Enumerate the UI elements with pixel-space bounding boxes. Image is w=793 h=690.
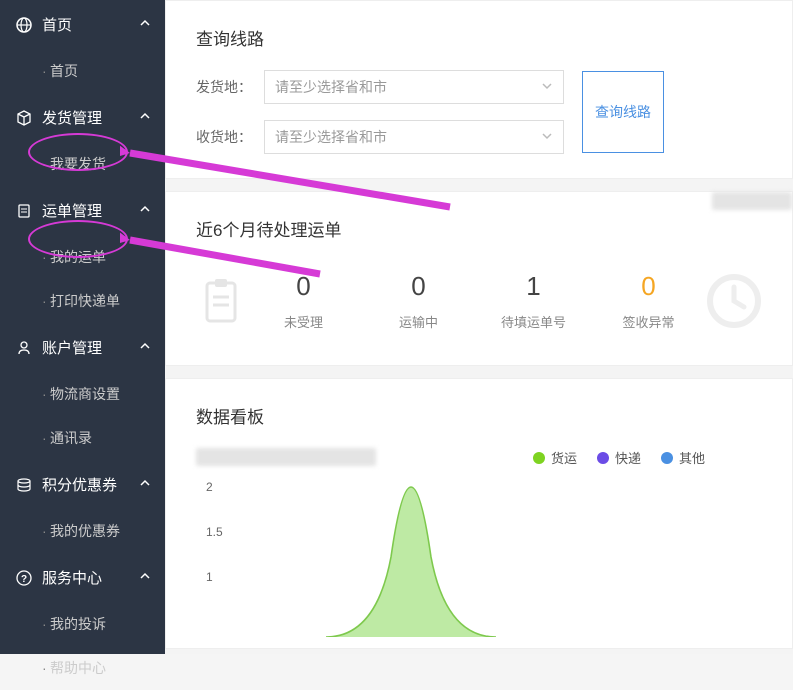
menu-header-waybill[interactable]: 运单管理 xyxy=(0,186,165,235)
menu-item-home[interactable]: 首页 xyxy=(0,49,165,93)
menu-group-waybill: 运单管理 我的运单 打印快递单 xyxy=(0,186,165,323)
menu-header-home[interactable]: 首页 xyxy=(0,0,165,49)
stat-value: 0 xyxy=(361,271,476,302)
globe-icon xyxy=(16,17,32,33)
main-content: 查询线路 发货地： 请至少选择省和市 收货地： 请至少选择省和市 xyxy=(165,0,793,654)
menu-item-complaint[interactable]: 我的投诉 xyxy=(0,602,165,646)
chevron-up-icon xyxy=(139,109,151,126)
from-row: 发货地： 请至少选择省和市 xyxy=(196,70,564,104)
stat-label: 待填运单号 xyxy=(476,312,591,331)
query-button[interactable]: 查询线路 xyxy=(582,71,664,153)
query-title: 查询线路 xyxy=(196,25,762,50)
menu-item-print-express[interactable]: 打印快递单 xyxy=(0,279,165,323)
svg-text:?: ? xyxy=(21,574,27,585)
blurred-text xyxy=(196,448,376,466)
chevron-down-icon xyxy=(541,79,553,95)
chevron-up-icon xyxy=(139,339,151,356)
chevron-up-icon xyxy=(139,202,151,219)
to-label: 收货地： xyxy=(196,127,264,147)
chart-body: 2 1.5 1 xyxy=(236,477,762,637)
query-panel: 查询线路 发货地： 请至少选择省和市 收货地： 请至少选择省和市 xyxy=(165,0,793,179)
doc-icon xyxy=(16,203,32,219)
from-label: 发货地： xyxy=(196,77,264,97)
stat-fillnum[interactable]: 1 待填运单号 xyxy=(476,271,591,331)
menu-group-coupon: 积分优惠券 我的优惠券 xyxy=(0,460,165,553)
legend-dot xyxy=(533,452,545,464)
legend-dot xyxy=(661,452,673,464)
stat-label: 运输中 xyxy=(361,312,476,331)
y-tick: 1 xyxy=(206,570,213,584)
user-icon xyxy=(16,340,32,356)
chevron-up-icon xyxy=(139,569,151,586)
menu-item-logistics-setting[interactable]: 物流商设置 xyxy=(0,372,165,416)
menu-label: 服务中心 xyxy=(42,567,102,588)
blurred-text xyxy=(712,192,792,210)
dashboard-panel: 数据看板 货运 快递 其他 2 1.5 1 xyxy=(165,378,793,649)
chevron-down-icon xyxy=(541,129,553,145)
pending-title: 近6个月待处理运单 xyxy=(196,216,762,241)
stat-value: 1 xyxy=(476,271,591,302)
dashboard-title: 数据看板 xyxy=(196,403,762,428)
menu-item-my-waybill[interactable]: 我的运单 xyxy=(0,235,165,279)
to-row: 收货地： 请至少选择省和市 xyxy=(196,120,564,154)
stat-sign-exception[interactable]: 0 签收异常 xyxy=(591,271,706,331)
stat-value: 0 xyxy=(591,271,706,302)
menu-item-ship-create[interactable]: 我要发货 xyxy=(0,142,165,186)
menu-label: 账户管理 xyxy=(42,337,102,358)
to-select[interactable]: 请至少选择省和市 xyxy=(264,120,564,154)
legend-freight[interactable]: 货运 xyxy=(533,448,577,467)
placeholder: 请至少选择省和市 xyxy=(275,127,387,147)
legend-dot xyxy=(597,452,609,464)
menu-header-shipping[interactable]: 发货管理 xyxy=(0,93,165,142)
chevron-up-icon xyxy=(139,16,151,33)
cube-icon xyxy=(16,110,32,126)
from-select[interactable]: 请至少选择省和市 xyxy=(264,70,564,104)
placeholder: 请至少选择省和市 xyxy=(275,77,387,97)
y-tick: 1.5 xyxy=(206,525,223,539)
stat-label: 签收异常 xyxy=(591,312,706,331)
clipboard-icon xyxy=(196,276,246,326)
menu-header-account[interactable]: 账户管理 xyxy=(0,323,165,372)
menu-header-service[interactable]: ? 服务中心 xyxy=(0,553,165,602)
menu-group-service: ? 服务中心 我的投诉 帮助中心 xyxy=(0,553,165,690)
menu-label: 运单管理 xyxy=(42,200,102,221)
menu-item-contacts[interactable]: 通讯录 xyxy=(0,416,165,460)
chevron-up-icon xyxy=(139,476,151,493)
legend-express[interactable]: 快递 xyxy=(597,448,641,467)
stats-row: 0 未受理 0 运输中 1 待填运单号 0 签收异常 xyxy=(196,261,762,341)
legend-other[interactable]: 其他 xyxy=(661,448,705,467)
sidebar: 首页 首页 发货管理 我要发货 运单管理 我的运单 打印快递单 账户管理 物流商… xyxy=(0,0,165,654)
menu-label: 积分优惠券 xyxy=(42,474,117,495)
menu-group-account: 账户管理 物流商设置 通讯录 xyxy=(0,323,165,460)
stack-icon xyxy=(16,477,32,493)
menu-item-my-coupon[interactable]: 我的优惠券 xyxy=(0,509,165,553)
menu-item-help-center[interactable]: 帮助中心 xyxy=(0,646,165,690)
menu-label: 首页 xyxy=(42,14,72,35)
stat-value: 0 xyxy=(246,271,361,302)
menu-group-shipping: 发货管理 我要发货 xyxy=(0,93,165,186)
stat-label: 未受理 xyxy=(246,312,361,331)
help-icon: ? xyxy=(16,570,32,586)
stat-transit[interactable]: 0 运输中 xyxy=(361,271,476,331)
chart-curve xyxy=(236,477,736,637)
y-tick: 2 xyxy=(206,480,213,494)
menu-group-home: 首页 首页 xyxy=(0,0,165,93)
chart-area: 货运 快递 其他 2 1.5 1 xyxy=(196,448,762,648)
stat-unaccepted[interactable]: 0 未受理 xyxy=(246,271,361,331)
menu-header-coupon[interactable]: 积分优惠券 xyxy=(0,460,165,509)
circle-icon xyxy=(706,273,762,329)
menu-label: 发货管理 xyxy=(42,107,102,128)
pending-panel: 近6个月待处理运单 0 未受理 0 运输中 1 待填运单号 0 签收异常 xyxy=(165,191,793,366)
